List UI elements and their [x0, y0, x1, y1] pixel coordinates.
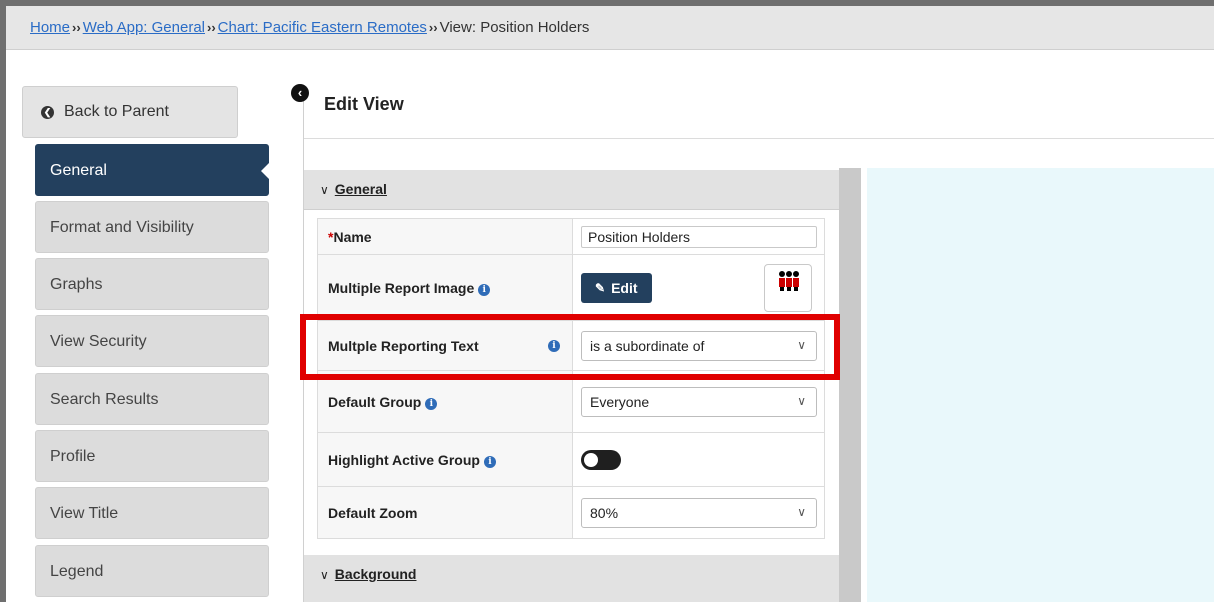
multi-image-value-cell: ✎ Edit [572, 254, 825, 321]
breadcrumb-home-link[interactable]: Home [30, 19, 70, 36]
highlight-value-cell [572, 432, 825, 487]
sidebar-item-label: Graphs [50, 276, 103, 293]
sidebar-item-label: General [50, 162, 107, 179]
annotation-highlight-box [300, 314, 840, 380]
highlight-label: Highlight Active Group [328, 451, 480, 468]
sidebar-item-search-results[interactable]: Search Results [35, 373, 269, 425]
multi-image-label: Multiple Report Image [328, 279, 475, 296]
info-icon[interactable]: i [483, 455, 496, 468]
section-title: Background [334, 566, 417, 582]
chart-preview-area [867, 168, 1214, 602]
highlight-label-cell: Highlight Active Group i [317, 432, 573, 487]
back-to-parent-label: Back to Parent [64, 103, 169, 120]
panel-scrollbar[interactable] [839, 168, 861, 602]
zoom-value-cell: 80% ∨ [572, 486, 825, 539]
sidebar-item-general[interactable]: General [35, 144, 269, 196]
default-zoom-label: Default Zoom [328, 504, 418, 521]
sidebar-item-format-and-visibility[interactable]: Format and Visibility [35, 201, 269, 253]
section-header-general[interactable]: ∨ General [304, 170, 839, 210]
breadcrumb-webapp-link[interactable]: Web App: General [83, 19, 205, 36]
breadcrumb-chart-link[interactable]: Chart: Pacific Eastern Remotes [218, 19, 427, 36]
breadcrumb-view-label: View: [439, 19, 477, 36]
sidebar-item-label: View Title [50, 505, 119, 522]
back-to-parent-button[interactable]: ❮ Back to Parent [22, 86, 238, 138]
name-label-cell: *Name [317, 218, 573, 255]
sidebar-item-view-security[interactable]: View Security [35, 315, 269, 367]
page-title: Edit View [324, 94, 404, 114]
name-input[interactable] [581, 225, 817, 248]
chevron-down-icon: ∨ [797, 393, 806, 408]
report-image-thumbnail[interactable] [764, 264, 812, 312]
chevron-down-icon: ∨ [320, 183, 329, 197]
sidebar-item-legend[interactable]: Legend [35, 545, 269, 597]
info-icon[interactable]: i [478, 283, 491, 296]
back-arrow-icon: ❮ [41, 105, 54, 119]
breadcrumb-view-name: Position Holders [480, 19, 590, 36]
section-header-background[interactable]: ∨ Background [304, 555, 839, 602]
sidebar-item-graphs[interactable]: Graphs [35, 258, 269, 310]
edit-button-label: Edit [611, 279, 638, 296]
edit-pencil-icon: ✎ [595, 280, 606, 295]
sidebar-item-view-title[interactable]: View Title [35, 487, 269, 539]
default-zoom-value: 80% [590, 504, 619, 521]
chevron-down-icon: ∨ [320, 568, 329, 582]
section-title: General [334, 181, 387, 197]
highlight-active-group-toggle[interactable] [581, 449, 621, 470]
default-group-select[interactable]: Everyone ∨ [581, 386, 817, 417]
collapse-sidebar-icon[interactable]: ‹ [291, 84, 309, 102]
zoom-label-cell: Default Zoom [317, 486, 573, 539]
sidebar-item-label: Profile [50, 448, 96, 465]
info-icon[interactable]: i [425, 397, 438, 410]
breadcrumb-separator: ›› [207, 20, 216, 35]
header-divider [304, 138, 1214, 139]
sidebar-item-label: Search Results [50, 391, 159, 408]
sidebar-item-label: View Security [50, 333, 147, 350]
breadcrumb-separator: ›› [428, 20, 438, 35]
default-group-label: Default Group [328, 393, 422, 410]
name-value-cell [572, 218, 825, 255]
breadcrumb-separator: ›› [72, 20, 81, 35]
table-row: *Name [317, 218, 825, 255]
sidebar-item-label: Legend [50, 563, 104, 580]
edit-image-button[interactable]: ✎ Edit [581, 272, 652, 303]
multi-image-label-cell: Multiple Report Image i [317, 254, 573, 321]
sidebar-item-profile[interactable]: Profile [35, 430, 269, 482]
sidebar-item-label: Format and Visibility [50, 219, 194, 236]
table-row: Default Zoom 80% ∨ [317, 486, 825, 539]
people-group-icon [779, 271, 799, 291]
default-zoom-select[interactable]: 80% ∨ [581, 497, 817, 528]
chevron-down-icon: ∨ [797, 504, 806, 519]
table-row: Multiple Report Image i ✎ Edit [317, 254, 825, 321]
table-row: Highlight Active Group i [317, 432, 825, 487]
default-group-value: Everyone [590, 393, 650, 410]
name-label: Name [333, 228, 372, 245]
breadcrumb: Home ›› Web App: General ›› Chart: Pacific E… [6, 6, 1214, 50]
